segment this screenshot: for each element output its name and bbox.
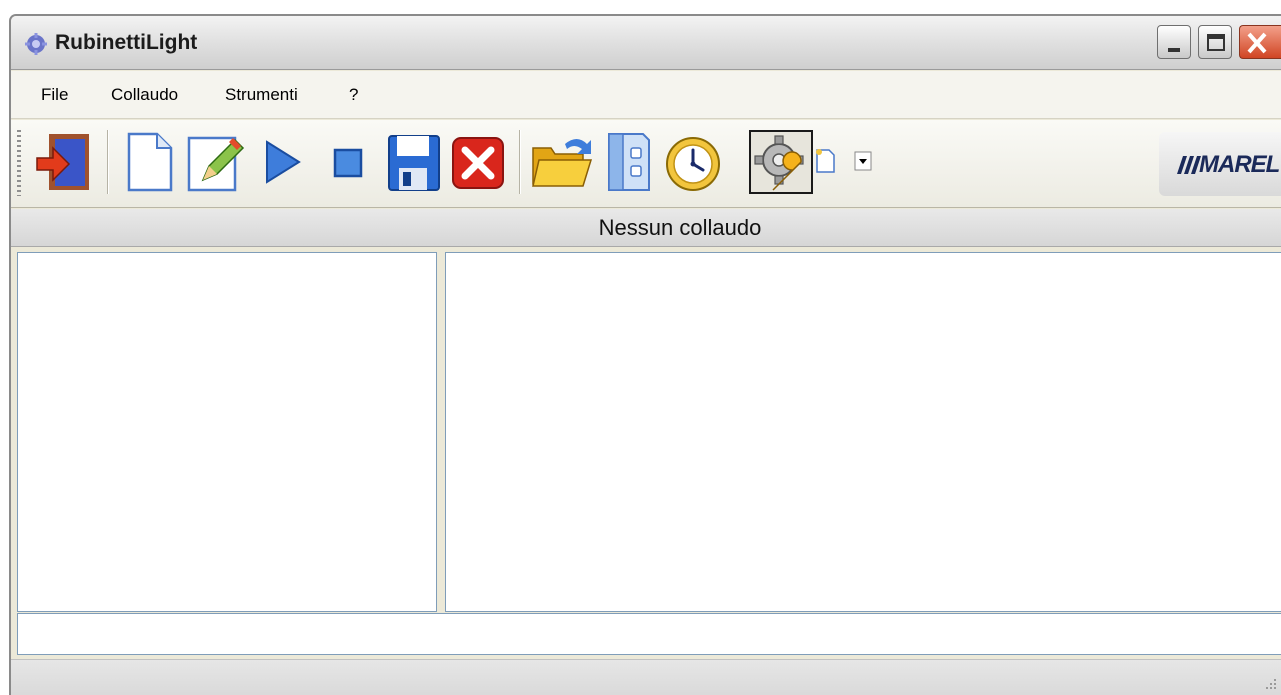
title-bar[interactable]: RubinettiLight (11, 16, 1281, 70)
open-button[interactable] (529, 130, 593, 194)
settings-button[interactable] (749, 130, 813, 194)
toolbar: MAREL (11, 120, 1281, 208)
save-button[interactable] (381, 130, 445, 194)
app-gear-icon (25, 33, 47, 55)
close-icon (1247, 32, 1267, 54)
save-floppy-icon (388, 135, 440, 191)
toolbar-grip[interactable] (17, 130, 21, 196)
maximize-icon (1207, 34, 1225, 51)
menu-file[interactable]: File (41, 85, 68, 105)
status-bar (11, 659, 1281, 695)
right-content-pane[interactable] (445, 252, 1281, 612)
exit-door-icon (36, 134, 89, 190)
play-icon (266, 140, 301, 184)
test-status-text: Nessun collaudo (598, 215, 762, 240)
resize-grip-icon[interactable] (1263, 677, 1277, 691)
edit-button[interactable] (183, 130, 247, 194)
stop-button[interactable] (315, 130, 379, 194)
maximize-button[interactable] (1198, 25, 1232, 59)
menu-bar: File Collaudo Strumenti ? (11, 71, 1281, 119)
menu-strumenti[interactable]: Strumenti (225, 85, 298, 105)
message-field[interactable] (17, 613, 1281, 655)
logo-stripes-icon (1177, 156, 1201, 174)
minimize-icon (1168, 48, 1180, 52)
logo-text: MAREL (1199, 151, 1280, 178)
edit-pencil-icon (187, 136, 245, 192)
new-button[interactable] (117, 130, 181, 194)
new-document-icon (127, 132, 173, 192)
company-logo: MAREL (1159, 132, 1281, 196)
settings-gear-wrench-icon (754, 135, 804, 191)
archive-button[interactable] (595, 130, 659, 194)
menu-help[interactable]: ? (349, 85, 358, 105)
new-dropdown-button[interactable] (815, 148, 875, 174)
play-button[interactable] (249, 130, 313, 194)
minimize-button[interactable] (1157, 25, 1191, 59)
open-folder-icon (532, 139, 593, 187)
delete-x-icon (452, 137, 504, 189)
menu-collaudo[interactable]: Collaudo (111, 85, 178, 105)
delete-button[interactable] (447, 130, 511, 194)
app-window: RubinettiLight File Collaudo Strumenti ? (9, 14, 1281, 695)
clock-icon (666, 137, 720, 191)
timer-button[interactable] (661, 130, 725, 194)
close-button[interactable] (1239, 25, 1281, 59)
binder-icon (608, 133, 650, 191)
exit-button[interactable] (33, 130, 97, 194)
window-title: RubinettiLight (55, 31, 198, 54)
toolbar-separator (519, 130, 521, 194)
test-status-header: Nessun collaudo (11, 209, 1281, 247)
toolbar-separator (107, 130, 109, 194)
left-tree-pane[interactable] (17, 252, 437, 612)
new-document-dropdown-icon (816, 149, 872, 173)
stop-icon (333, 148, 363, 178)
